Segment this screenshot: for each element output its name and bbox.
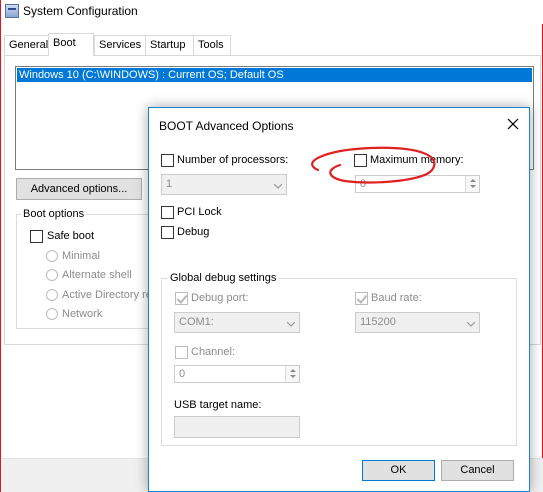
baud-rate-combo[interactable]: 115200: [355, 312, 480, 333]
max-memory-label: Maximum memory:: [370, 154, 464, 166]
global-debug-title: Global debug settings: [168, 272, 279, 284]
channel-label: Channel:: [191, 346, 236, 358]
debug-checkbox[interactable]: [161, 226, 174, 239]
channel-value: 0: [179, 368, 186, 380]
dialog-title: BOOT Advanced Options: [159, 119, 294, 133]
safe-boot-checkbox[interactable]: [30, 230, 43, 243]
channel-spin-buttons[interactable]: [285, 366, 299, 382]
baud-rate-value: 115200: [360, 316, 396, 328]
safe-boot-label: Safe boot: [47, 230, 95, 242]
num-processors-value: 1: [166, 178, 173, 190]
pci-lock-label: PCI Lock: [177, 206, 222, 218]
channel-checkbox[interactable]: [175, 346, 188, 359]
radio-network[interactable]: [46, 308, 58, 320]
ok-button[interactable]: OK: [362, 460, 435, 481]
tab-services[interactable]: Services: [94, 35, 146, 55]
pci-lock-checkbox[interactable]: [161, 206, 174, 219]
tab-tools[interactable]: Tools: [193, 35, 231, 55]
spin-up-icon: [290, 369, 296, 372]
tab-general[interactable]: General: [4, 35, 49, 55]
usb-target-name-input[interactable]: [174, 416, 300, 438]
max-memory-value: 0: [360, 178, 367, 190]
max-memory-spin-buttons[interactable]: [465, 176, 479, 192]
chevron-down-icon: [467, 321, 475, 327]
dialog-title-bar: BOOT Advanced Options: [149, 108, 529, 144]
max-memory-spinner[interactable]: 0: [355, 175, 480, 193]
cancel-button[interactable]: Cancel: [441, 460, 514, 481]
radio-alternate-shell[interactable]: [46, 269, 58, 281]
tab-boot[interactable]: Boot: [48, 33, 94, 56]
boot-options-title: Boot options: [21, 208, 87, 220]
baud-rate-checkbox[interactable]: [355, 292, 368, 305]
radio-alternate-shell-label: Alternate shell: [62, 269, 132, 281]
num-processors-label: Number of processors:: [177, 154, 289, 166]
max-memory-checkbox[interactable]: [354, 154, 367, 167]
radio-active-directory-label: Active Directory re: [62, 289, 152, 301]
radio-minimal[interactable]: [46, 250, 58, 262]
usb-target-label: USB target name:: [174, 399, 262, 411]
close-icon[interactable]: [505, 116, 521, 132]
radio-active-directory[interactable]: [46, 289, 58, 301]
debug-port-value: COM1:: [179, 316, 214, 328]
debug-port-checkbox[interactable]: [175, 292, 188, 305]
boot-advanced-options-dialog: BOOT Advanced Options Number of processo…: [148, 107, 530, 492]
debug-port-label: Debug port:: [191, 292, 249, 304]
radio-network-label: Network: [62, 308, 103, 320]
channel-spinner[interactable]: 0: [174, 365, 300, 383]
baud-rate-label: Baud rate:: [371, 292, 422, 304]
debug-label: Debug: [177, 226, 210, 238]
num-processors-checkbox[interactable]: [161, 154, 174, 167]
num-processors-combo[interactable]: 1: [161, 174, 287, 195]
window-title: System Configuration: [23, 4, 138, 18]
os-list-item[interactable]: Windows 10 (C:\WINDOWS) : Current OS; De…: [17, 68, 532, 82]
chevron-down-icon: [274, 183, 282, 189]
tab-startup[interactable]: Startup: [145, 35, 194, 55]
title-bar: System Configuration: [1, 0, 543, 24]
debug-port-combo[interactable]: COM1:: [174, 312, 300, 333]
chevron-down-icon: [287, 321, 295, 327]
advanced-options-button[interactable]: Advanced options...: [16, 178, 142, 200]
msconfig-app-icon: [5, 4, 19, 18]
radio-minimal-label: Minimal: [62, 250, 100, 262]
spin-up-icon: [470, 179, 476, 182]
spin-down-icon: [290, 375, 296, 378]
spin-down-icon: [470, 185, 476, 188]
